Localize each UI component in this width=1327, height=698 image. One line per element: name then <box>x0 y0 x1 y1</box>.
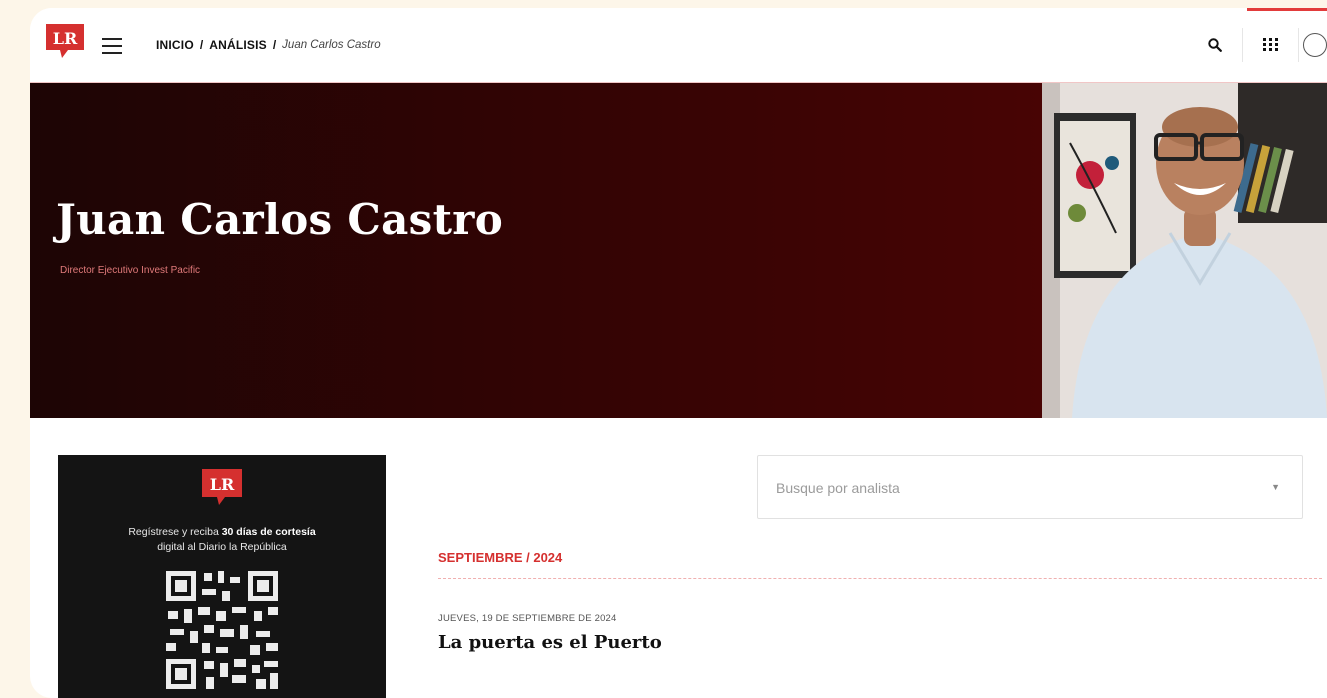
article-date: JUEVES, 19 DE SEPTIEMBRE DE 2024 <box>438 613 617 624</box>
author-name: Juan Carlos Castro <box>56 195 504 244</box>
subscription-promo[interactable]: LR Regístrese y reciba 30 días de cortes… <box>58 455 386 698</box>
lr-logo[interactable]: LR <box>44 22 86 60</box>
breadcrumb-separator: / <box>272 38 277 52</box>
month-heading: SEPTIEMBRE / 2024 <box>438 550 563 565</box>
breadcrumb: INICIO / ANÁLISIS / Juan Carlos Castro <box>156 38 381 52</box>
promo-text-bold: 30 días de cortesía <box>221 526 316 538</box>
month-divider <box>438 578 1322 579</box>
author-photo <box>1042 83 1327 418</box>
breadcrumb-separator: / <box>199 38 204 52</box>
hamburger-menu-icon[interactable] <box>102 38 122 54</box>
header-actions <box>1187 28 1327 62</box>
author-hero-banner: Juan Carlos Castro Director Ejecutivo In… <box>30 83 1327 418</box>
top-accent-line <box>1247 8 1327 11</box>
qr-code-image <box>162 567 282 693</box>
top-navigation-bar: LR INICIO / ANÁLISIS / Juan Carlos Castr… <box>30 8 1327 83</box>
apps-grid-icon <box>1262 38 1278 51</box>
logo-text: LR <box>53 29 78 48</box>
author-portrait-image <box>1042 83 1327 418</box>
promo-lr-logo: LR <box>202 469 242 505</box>
promo-text: Regístrese y reciba 30 días de cortesía … <box>78 525 366 555</box>
author-role: Director Ejecutivo Invest Pacific <box>60 265 201 276</box>
browser-page: LR INICIO / ANÁLISIS / Juan Carlos Castr… <box>30 8 1327 698</box>
search-icon <box>1207 38 1222 52</box>
promo-text-suffix: digital al Diario la República <box>157 541 287 553</box>
analyst-search-placeholder: Busque por analista <box>776 480 900 496</box>
article-title-link[interactable]: La puerta es el Puerto <box>438 632 662 653</box>
analyst-search-select[interactable]: Busque por analista ▼ <box>757 455 1303 519</box>
user-avatar-icon <box>1303 33 1327 57</box>
promo-logo-text: LR <box>210 475 235 494</box>
breadcrumb-current: Juan Carlos Castro <box>282 39 381 51</box>
breadcrumb-home-link[interactable]: INICIO <box>156 38 194 52</box>
user-account-button[interactable] <box>1299 28 1327 62</box>
promo-text-prefix: Regístrese y reciba <box>128 526 222 538</box>
chevron-down-icon: ▼ <box>1271 482 1280 492</box>
breadcrumb-section-link[interactable]: ANÁLISIS <box>209 38 267 52</box>
apps-button[interactable] <box>1243 28 1299 62</box>
search-button[interactable] <box>1187 28 1243 62</box>
